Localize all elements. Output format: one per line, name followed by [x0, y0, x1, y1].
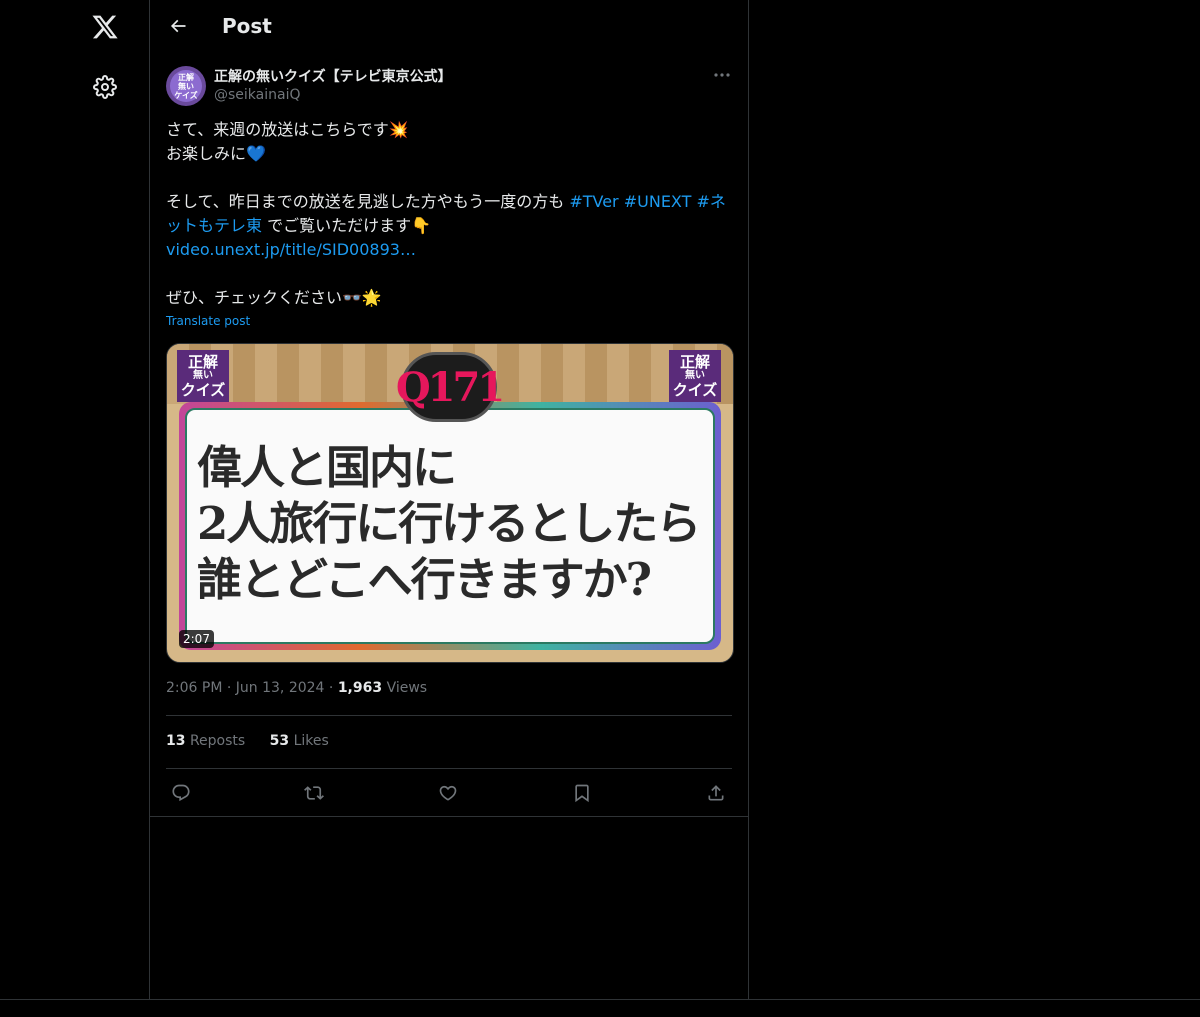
x-logo-icon[interactable] — [83, 5, 127, 49]
arrow-left-icon[interactable] — [161, 9, 195, 43]
reposts-stat[interactable]: 13 Reposts — [166, 733, 245, 749]
share-icon[interactable] — [699, 776, 733, 810]
display-name[interactable]: 正解の無いクイズ【テレビ東京公式】 — [214, 66, 452, 86]
show-logo-left: 正解 無い クイズ — [177, 350, 229, 402]
question-text: 偉人と国内に 2人旅行に行けるとしたら 誰とどこへ行きますか? — [197, 440, 717, 608]
avatar[interactable]: 正解 無い ケイズ — [166, 66, 206, 106]
page-title: Post — [222, 14, 272, 38]
post-line-5: ぜひ、チェックください👓🌟 — [166, 288, 382, 307]
hashtag-unext[interactable]: #UNEXT — [624, 192, 692, 211]
post-header: Post — [149, 0, 748, 53]
divider — [166, 768, 732, 769]
post-detail-column: Post 正解 無い ケイズ 正解の無いクイズ【テレビ東京公式】 @seikai… — [149, 0, 749, 999]
meta-separator: · — [226, 680, 236, 696]
question-line-2: 2人旅行に行けるとしたら — [197, 497, 701, 550]
like-icon[interactable] — [431, 776, 465, 810]
post-actions — [166, 776, 732, 808]
logo-left-line-1: 正解 — [187, 353, 218, 371]
left-navigation — [0, 0, 150, 999]
post-url-link[interactable]: video.unext.jp/title/SID00893… — [166, 240, 416, 259]
video-duration-badge: 2:07 — [179, 630, 214, 648]
bookmark-icon[interactable] — [565, 776, 599, 810]
engagement-stats: 13 Reposts 53 Likes — [166, 733, 349, 749]
bottom-border — [0, 999, 1200, 1000]
meta-separator: · — [328, 680, 338, 696]
divider — [149, 816, 748, 817]
show-logo-right: 正解 無い クイズ — [669, 350, 721, 402]
video-thumbnail[interactable]: 正解 無い クイズ 正解 無い クイズ Q171 偉人と国内に 2人旅行に行ける… — [166, 343, 734, 663]
hashtag-tver[interactable]: #TVer — [569, 192, 618, 211]
post-line-3: そして、昨日までの放送を見逃した方やもう一度の方も — [166, 192, 570, 211]
post-time[interactable]: 2:06 PM — [166, 680, 222, 696]
reply-icon[interactable] — [164, 776, 198, 810]
repost-icon[interactable] — [297, 776, 331, 810]
divider — [166, 715, 732, 716]
question-line-1: 偉人と国内に — [197, 441, 457, 494]
question-number-badge: Q171 — [396, 352, 505, 422]
post-date[interactable]: Jun 13, 2024 — [236, 680, 325, 696]
likes-label: Likes — [293, 733, 329, 749]
logo-right-line-3: クイズ — [672, 381, 718, 399]
reposts-count: 13 — [166, 733, 186, 749]
likes-count: 53 — [269, 733, 290, 749]
translate-post-link[interactable]: Translate post — [166, 314, 250, 328]
user-handle[interactable]: @seikainaiQ — [214, 87, 301, 103]
views-count: 1,963 — [337, 680, 383, 696]
avatar-text-3: ケイズ — [174, 89, 198, 100]
post-meta: 2:06 PM · Jun 13, 2024 · 1,963 Views — [166, 680, 427, 696]
more-options-icon[interactable] — [709, 64, 735, 86]
likes-stat[interactable]: 53 Likes — [270, 733, 329, 749]
logo-left-line-3: クイズ — [180, 381, 226, 399]
gear-icon[interactable] — [83, 65, 127, 109]
logo-right-line-1: 正解 — [679, 353, 710, 371]
reposts-label: Reposts — [189, 733, 246, 749]
post-line-1: さて、来週の放送はこちらです💥 — [166, 120, 409, 139]
post-line-3-end: でご覧いただけます👇 — [262, 216, 432, 235]
post-text: さて、来週の放送はこちらです💥 お楽しみに💙 そして、昨日までの放送を見逃した方… — [166, 118, 732, 310]
views-label: Views — [386, 680, 428, 696]
question-line-3: 誰とどこへ行きますか? — [197, 553, 652, 606]
post-line-2: お楽しみに💙 — [166, 144, 266, 163]
